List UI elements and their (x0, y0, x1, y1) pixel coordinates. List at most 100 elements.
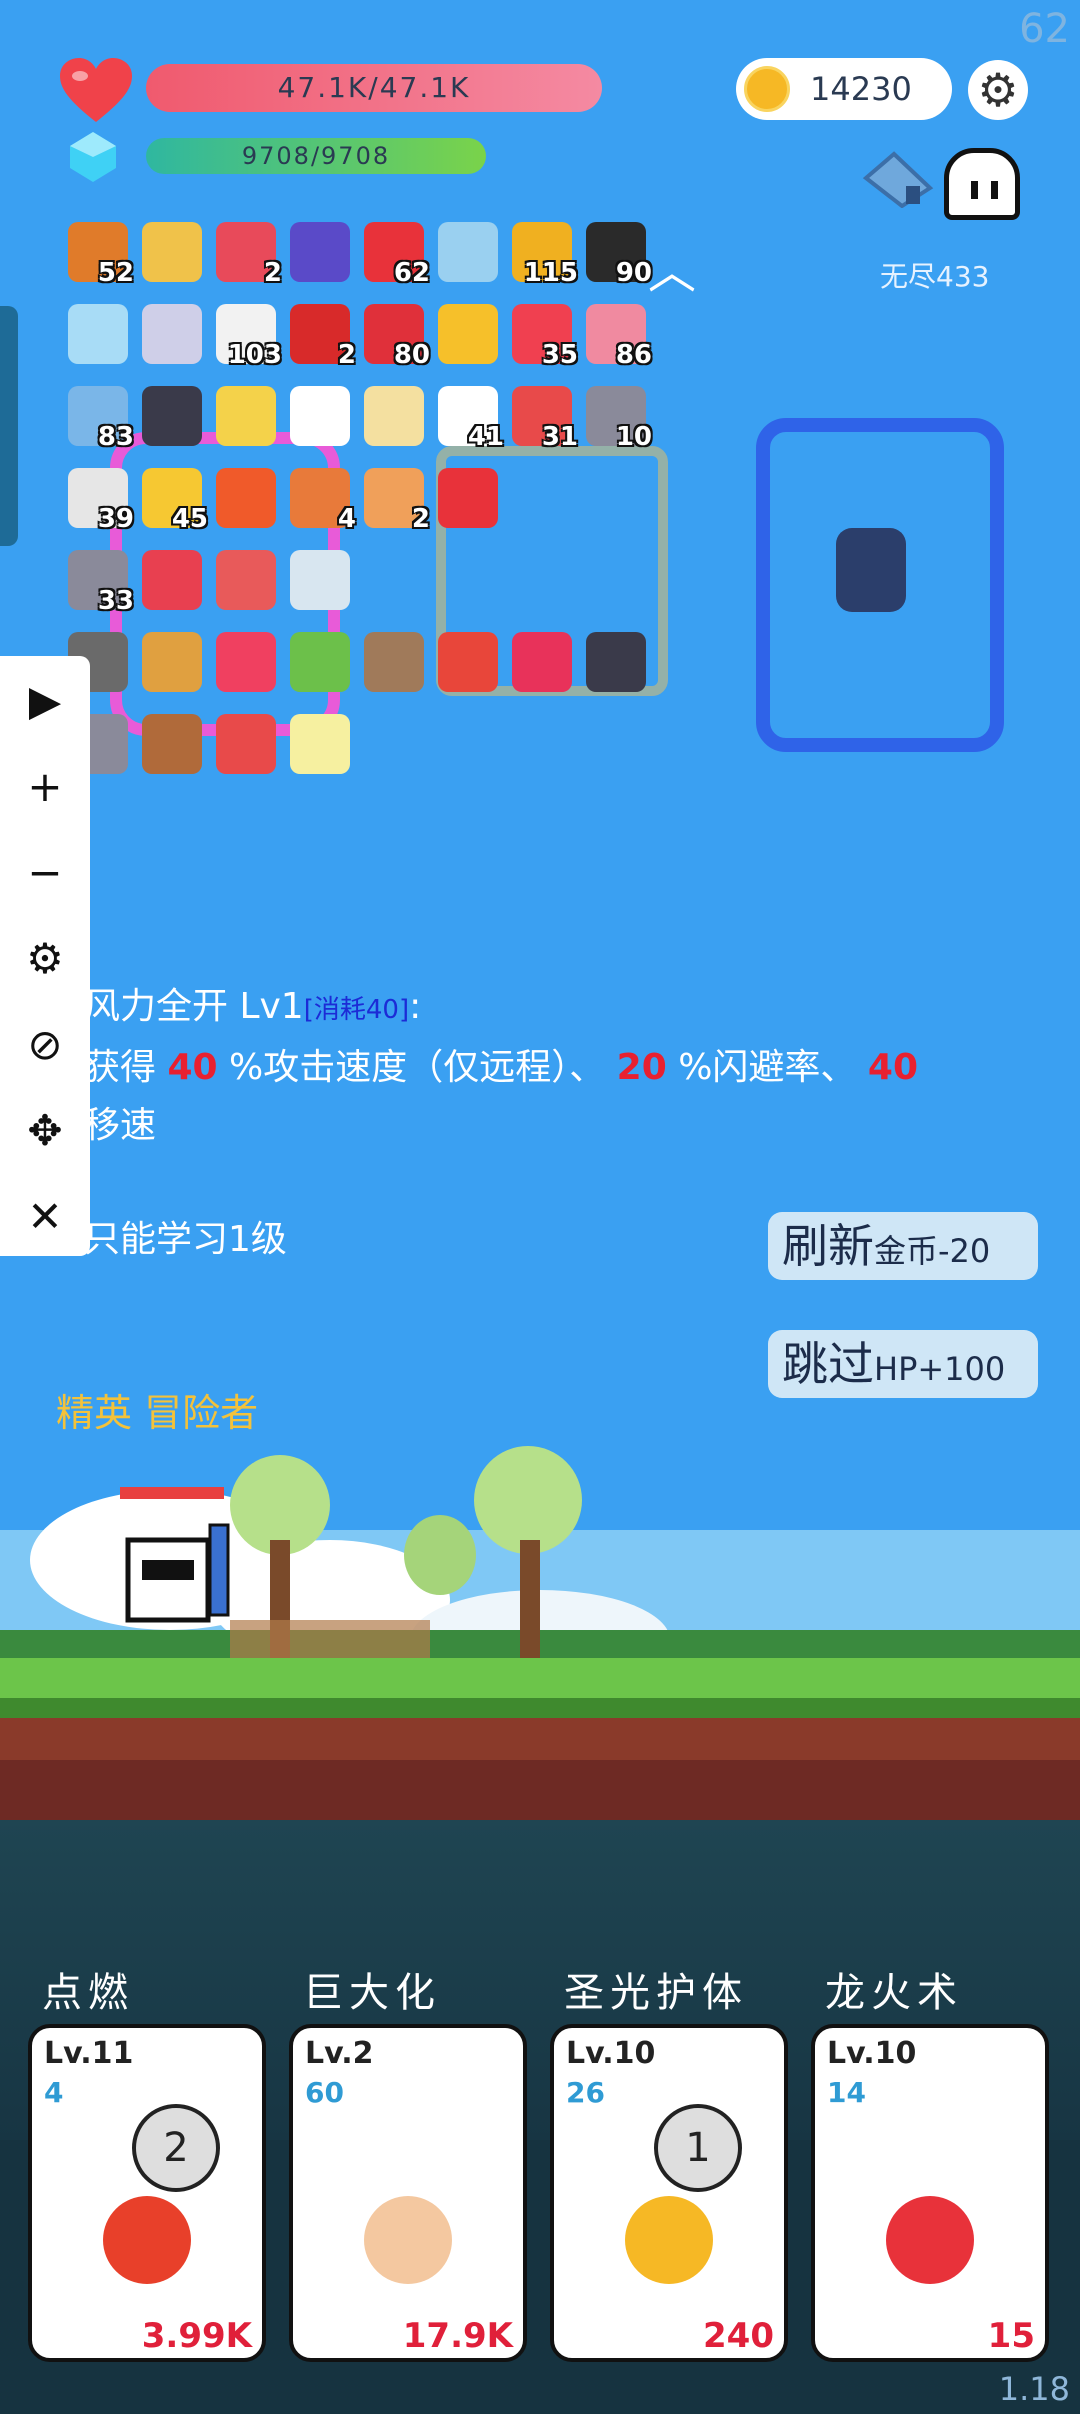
sun-icon[interactable] (438, 304, 498, 364)
skill-power: 17.9K (402, 2316, 513, 2356)
tombstone-icon[interactable]: 33 (68, 550, 134, 616)
hooded-figure-icon[interactable] (586, 632, 646, 692)
item-count: 115 (523, 258, 578, 288)
book-icon[interactable]: 52 (68, 222, 134, 288)
coin-amount: 14230 (810, 70, 912, 108)
strawberry-icon[interactable]: 80 (364, 304, 430, 370)
shirt-icon[interactable] (438, 222, 498, 282)
skill-cooldown: 26 (566, 2076, 605, 2109)
item-count: 4 (337, 504, 356, 534)
skill-description: 风力全开 Lv1[消耗40]: 获得 40 %攻击速度（仅远程）、 20 %闪避… (84, 986, 918, 1146)
fist-icon (353, 2178, 463, 2298)
cloud-flame-icon[interactable] (290, 550, 350, 610)
skill-card[interactable]: Lv.10 14 15 (811, 2024, 1049, 2362)
light-crystal-icon[interactable] (290, 714, 350, 774)
crown-icon[interactable]: 2 (364, 468, 430, 534)
ice-cream-icon[interactable]: 86 (586, 304, 652, 370)
move-speed-value: 40 (867, 1047, 918, 1088)
skill-level: Lv.10 (566, 2036, 656, 2071)
skill-cooldown: 60 (305, 2076, 344, 2109)
item-count: 103 (227, 340, 282, 370)
refresh-button[interactable]: 刷新金币-20 (768, 1212, 1038, 1280)
mace-icon[interactable]: 10 (586, 386, 652, 452)
heart-wings-icon[interactable] (142, 550, 202, 610)
attack-speed-value: 40 (167, 1047, 218, 1088)
magic-wand-icon[interactable] (216, 386, 276, 446)
item-count: 86 (615, 340, 652, 370)
heat-waves-icon[interactable] (216, 550, 276, 610)
close-icon[interactable]: ✕ (0, 1182, 90, 1252)
fps-counter: 62 (1019, 6, 1070, 52)
item-count: 41 (467, 422, 504, 452)
item-count: 35 (541, 340, 578, 370)
unicorn-icon[interactable] (142, 304, 202, 364)
item-count: 2 (411, 504, 430, 534)
ghost-icon[interactable] (944, 148, 1020, 220)
skill-card[interactable]: Lv.11 4 2 3.99K (28, 2024, 266, 2362)
skill-name: 风力全开 Lv1 (84, 986, 304, 1027)
lime-icon[interactable] (290, 632, 350, 692)
battery-icon[interactable]: 90 (586, 222, 652, 288)
mp-diamond-icon (68, 130, 118, 184)
sock-icon[interactable]: 31 (512, 386, 578, 452)
item-count: 10 (615, 422, 652, 452)
list-icon[interactable] (290, 386, 350, 446)
minus-icon[interactable]: − (0, 838, 90, 908)
item-count: 45 (171, 504, 208, 534)
watermelon-icon (875, 2178, 985, 2298)
play-icon[interactable]: ▶ (0, 666, 90, 736)
apple-icon[interactable]: 62 (364, 222, 430, 288)
thermometer-icon (92, 2178, 202, 2298)
item-count: 2 (337, 340, 356, 370)
move-icon[interactable]: ✥ (0, 1096, 90, 1166)
collapse-chevron-icon[interactable]: ︿ (648, 232, 696, 302)
meteor-icon[interactable] (364, 632, 424, 692)
skull-book-icon[interactable] (142, 386, 202, 446)
cheese-icon[interactable]: 45 (142, 468, 208, 534)
shield-icon[interactable]: 2 (216, 222, 282, 288)
coin-counter: 14230 (736, 58, 952, 120)
eye-off-icon[interactable]: ⊘ (0, 1010, 90, 1080)
scroll-icon[interactable] (142, 222, 202, 282)
briefcase-icon[interactable]: 4 (290, 468, 356, 534)
skip-button[interactable]: 跳过HP+100 (768, 1330, 1038, 1398)
location-pin-icon[interactable] (438, 468, 498, 528)
fire-ring-icon[interactable] (216, 468, 276, 528)
skill-level: Lv.10 (827, 2036, 917, 2071)
pixel-shield-icon (836, 528, 906, 612)
skill-name: 圣光护体 (564, 1970, 748, 2016)
skill-cooldown: 4 (44, 2076, 64, 2109)
plus-icon[interactable]: + (0, 752, 90, 822)
sword-icon[interactable]: 83 (68, 386, 134, 452)
potion-icon[interactable] (216, 714, 276, 774)
item-count: 33 (97, 586, 134, 616)
floating-toolbar: ▶ + − ⚙ ⊘ ✥ ✕ (0, 656, 90, 1256)
flame-icon[interactable] (216, 632, 276, 692)
skill-name: 龙火术 (825, 1970, 963, 2016)
skill-card[interactable]: Lv.2 60 17.9K (289, 2024, 527, 2362)
ice-block-icon[interactable] (68, 304, 128, 364)
item-count: 52 (97, 258, 134, 288)
helmet-icon[interactable]: 115 (512, 222, 578, 288)
magnet-icon[interactable]: 2 (290, 304, 356, 370)
skill-card[interactable]: Lv.10 26 1 240 (550, 2024, 788, 2362)
ghost-icon[interactable]: 41 (438, 386, 504, 452)
target-reticle-icon: 1 (654, 2104, 742, 2192)
side-drawer-handle[interactable] (0, 306, 18, 546)
cards-icon[interactable]: 39 (68, 468, 134, 534)
flag-icon[interactable] (860, 148, 936, 208)
ruby-icon[interactable] (512, 632, 572, 692)
skill-name: 巨大化 (303, 1970, 441, 2016)
wizard-hat-icon[interactable] (290, 222, 350, 282)
envelope-icon[interactable]: 103 (216, 304, 282, 370)
treasure-map-icon[interactable] (364, 386, 424, 446)
settings-gear-icon[interactable]: ⚙ (968, 60, 1028, 120)
pill-icon[interactable]: 35 (512, 304, 578, 370)
meat-icon[interactable] (142, 714, 202, 774)
mp-bar: 9708/9708 (146, 138, 486, 174)
gift-icon[interactable] (438, 632, 498, 692)
bow-icon[interactable] (142, 632, 202, 692)
gear-icon[interactable]: ⚙ (0, 924, 90, 994)
target-reticle-icon: 2 (132, 2104, 220, 2192)
coins-icon (614, 2178, 724, 2298)
